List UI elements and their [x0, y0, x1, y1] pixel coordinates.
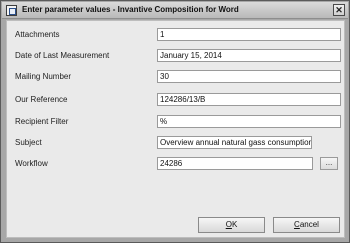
ok-button[interactable]: OK [198, 217, 265, 233]
label-attachments: Attachments [15, 30, 60, 39]
subject-input[interactable]: Overview annual natural gass consumption [157, 136, 312, 149]
window-title: Enter parameter values - Invantive Compo… [22, 5, 239, 14]
cancel-button[interactable]: Cancel [273, 217, 340, 233]
param-row-our-reference: Our Reference 124286/13/B [7, 93, 344, 107]
cancel-label-rest: ancel [299, 220, 319, 229]
title-bar[interactable]: Enter parameter values - Invantive Compo… [2, 2, 348, 19]
close-icon[interactable]: ✕ [333, 4, 345, 16]
label-our-reference: Our Reference [15, 95, 68, 104]
attachments-input[interactable]: 1 [157, 28, 341, 41]
param-row-date-of-last-measurement: Date of Last Measurement January 15, 201… [7, 49, 344, 63]
parameters-panel: Attachments 1 Date of Last Measurement J… [6, 20, 345, 238]
label-workflow: Workflow [15, 159, 48, 168]
param-row-recipient-filter: Recipient Filter % [7, 115, 344, 129]
recipient-filter-input[interactable]: % [157, 115, 341, 128]
our-reference-input[interactable]: 124286/13/B [157, 93, 341, 106]
date-of-last-measurement-input[interactable]: January 15, 2014 [157, 49, 341, 62]
label-recipient-filter: Recipient Filter [15, 117, 69, 126]
mailing-number-input[interactable]: 30 [157, 70, 341, 83]
dialog-window: Enter parameter values - Invantive Compo… [0, 0, 350, 243]
param-row-mailing-number: Mailing Number 30 [7, 70, 344, 84]
label-subject: Subject [15, 138, 42, 147]
label-date-of-last-measurement: Date of Last Measurement [15, 51, 110, 60]
param-row-attachments: Attachments 1 [7, 28, 344, 42]
param-row-workflow: Workflow 24286 ... [7, 157, 344, 171]
workflow-browse-button[interactable]: ... [320, 157, 338, 170]
param-row-subject: Subject Overview annual natural gass con… [7, 136, 344, 150]
ok-label-rest: K [231, 220, 238, 229]
workflow-input[interactable]: 24286 [157, 157, 313, 170]
app-icon [6, 5, 17, 16]
label-mailing-number: Mailing Number [15, 72, 72, 81]
